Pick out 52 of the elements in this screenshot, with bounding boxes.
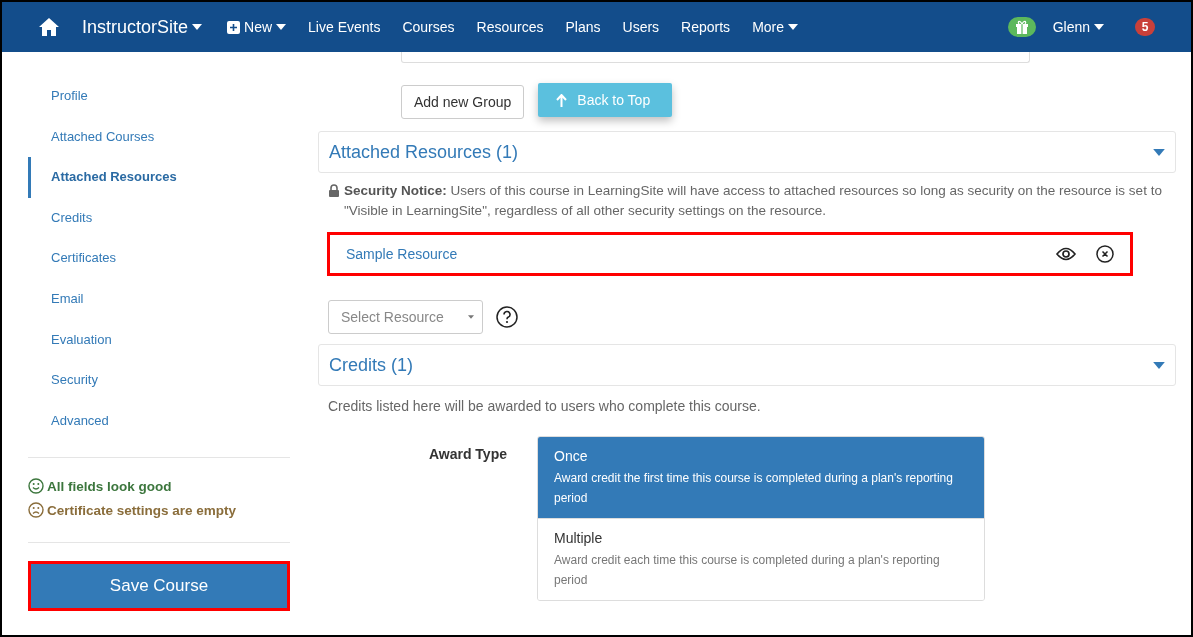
- award-type-label: Award Type: [427, 445, 507, 464]
- lock-icon: [328, 184, 340, 197]
- sidebar-item[interactable]: Evaluation: [28, 319, 290, 361]
- status-message: All fields look good: [47, 478, 172, 494]
- more-menu[interactable]: More: [741, 19, 810, 35]
- nav-link[interactable]: Plans: [554, 19, 612, 35]
- section-header[interactable]: Attached Resources (1): [318, 131, 1176, 173]
- add-group-button[interactable]: Add new Group: [401, 85, 525, 119]
- caret-icon: [468, 315, 474, 319]
- section-header[interactable]: Credits (1): [318, 344, 1176, 386]
- section-title: Credits (1): [329, 354, 413, 376]
- caret-icon: [276, 24, 287, 30]
- site-menu[interactable]: InstructorSite: [60, 16, 217, 38]
- nav-link[interactable]: Courses: [391, 19, 466, 35]
- sidebar-item[interactable]: Attached Courses: [28, 116, 290, 158]
- sidebar-item[interactable]: Security: [28, 360, 290, 401]
- award-option[interactable]: Multiple Award credit each time this course is completed during a plan's reporting period: [538, 518, 984, 600]
- caret-icon: [192, 24, 203, 30]
- caret-icon: [1094, 24, 1104, 30]
- plus-square-icon: [227, 20, 241, 34]
- status-message: Certificate settings are empty: [47, 502, 237, 518]
- new-menu[interactable]: New: [216, 19, 298, 35]
- arrow-up-icon: [556, 93, 568, 107]
- sidebar-item[interactable]: Email: [28, 278, 290, 320]
- save-button[interactable]: Save Course: [28, 561, 290, 612]
- nav-link[interactable]: Live Events: [297, 19, 392, 35]
- nav-link[interactable]: Reports: [670, 19, 742, 35]
- eye-icon[interactable]: [1056, 247, 1076, 261]
- sidebar-item[interactable]: Advanced: [28, 400, 290, 442]
- nav-link[interactable]: Resources: [465, 19, 555, 35]
- notification-badge[interactable]: 5: [1135, 18, 1155, 36]
- caret-icon: [788, 24, 799, 30]
- caret-icon[interactable]: [1153, 148, 1165, 156]
- resource-select[interactable]: Select Resource: [328, 300, 483, 334]
- sidebar-item[interactable]: Profile: [28, 76, 290, 117]
- sidebar-item[interactable]: Credits: [28, 197, 290, 239]
- section-title: Attached Resources (1): [329, 141, 519, 163]
- security-notice: Security Notice: Users of this course in LearningSite will have access to attached resources so long as security on the resource is set to "Visible in LearningSite", regardless of all other security settings on the resource.: [343, 182, 1163, 220]
- sidebar-item[interactable]: Attached Resources: [28, 157, 290, 198]
- caret-icon[interactable]: [1153, 361, 1165, 369]
- resource-link[interactable]: Sample Resource: [346, 246, 1036, 262]
- credits-description: Credits listed here will be awarded to users who complete this course.: [327, 397, 762, 416]
- nav-link[interactable]: Users: [611, 19, 671, 35]
- sidebar-item[interactable]: Certificates: [28, 238, 290, 279]
- frown-icon: [28, 502, 44, 519]
- smiley-icon: [28, 478, 44, 495]
- remove-icon[interactable]: [1096, 245, 1114, 263]
- award-option[interactable]: Once Award credit the first time this course is completed during a plan's reporting period: [538, 437, 984, 518]
- gift-icon[interactable]: [1007, 17, 1036, 37]
- help-icon[interactable]: [496, 306, 518, 328]
- user-menu[interactable]: Glenn: [1041, 19, 1115, 35]
- home-icon[interactable]: [38, 17, 60, 37]
